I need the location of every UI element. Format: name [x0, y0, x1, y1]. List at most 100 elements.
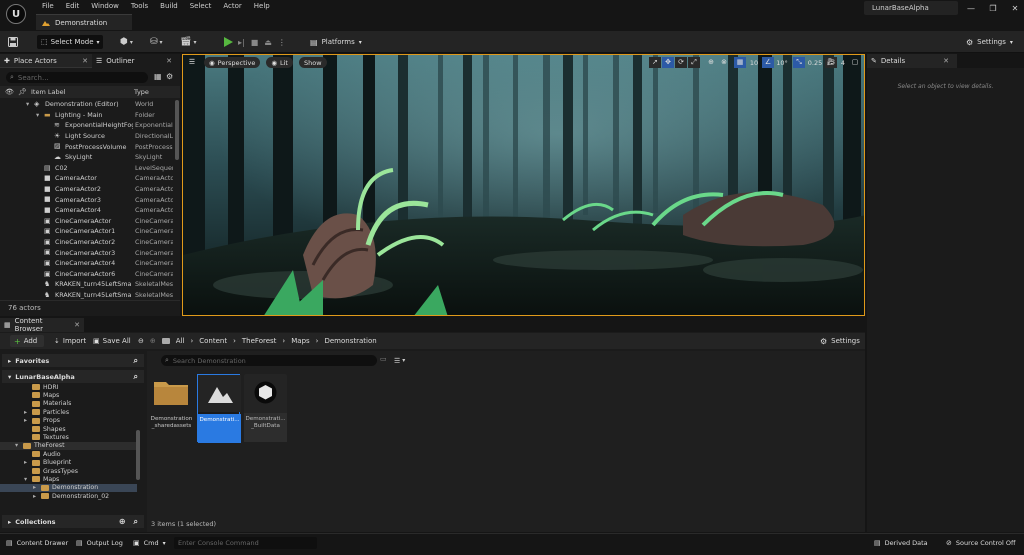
breadcrumb-demonstration[interactable]: Demonstration	[324, 337, 376, 345]
chevron-right-icon[interactable]: ▸	[24, 409, 27, 416]
outliner-row[interactable]: ☀ Light Source DirectionalL	[0, 131, 174, 142]
outliner-row[interactable]: ▾ ▬ Lighting - Main Folder	[0, 110, 174, 121]
asset-tile-folder[interactable]: Demonstration _sharedassets	[150, 374, 193, 442]
column-item-label[interactable]: Item Label	[31, 88, 65, 96]
close-icon[interactable]: ✕	[943, 57, 949, 65]
tab-place-actors[interactable]: ✚ Place Actors ✕	[0, 54, 92, 68]
show-button[interactable]: Show	[298, 57, 327, 68]
folder-tree-item[interactable]: ▸ Demonstration	[0, 483, 137, 493]
folder-tree-item[interactable]: Audio	[0, 450, 137, 458]
rotation-snap-value[interactable]: 10°	[775, 59, 789, 67]
content-drawer-button[interactable]: ▤ Content Drawer	[6, 537, 68, 549]
search-icon[interactable]: ⌕	[134, 517, 138, 527]
menu-build[interactable]: Build	[154, 0, 184, 12]
save-all-button[interactable]: ▣ Save All	[93, 335, 131, 347]
asset-tile-level[interactable]: Demonstrati...	[197, 374, 241, 443]
filter-button[interactable]: ☰ ▾	[394, 355, 405, 366]
column-type[interactable]: Type	[134, 88, 149, 96]
camera-speed-icon[interactable]: 🎥︎	[825, 57, 837, 68]
chevron-down-icon[interactable]: ▾	[24, 476, 27, 483]
search-icon[interactable]: ⌕	[134, 356, 138, 366]
source-control-button[interactable]: ⊘ Source Control Off	[946, 537, 1015, 549]
menu-edit[interactable]: Edit	[60, 0, 86, 12]
chevron-right-icon[interactable]: ▸	[33, 484, 36, 491]
world-space-icon[interactable]: ⊕	[705, 57, 717, 68]
document-tab[interactable]: Demonstration	[36, 14, 132, 30]
maximize-icon[interactable]: ❐	[982, 4, 1004, 13]
level-viewport[interactable]	[182, 54, 865, 316]
outliner-row[interactable]: ▣ CineCameraActor4 CineCamera	[0, 258, 174, 269]
add-button[interactable]: + Add	[10, 335, 44, 347]
folder-tree-item[interactable]: Maps	[0, 391, 137, 399]
chevron-right-icon[interactable]: ▸	[24, 459, 27, 466]
tab-outliner[interactable]: ☰ Outliner ✕	[92, 54, 180, 68]
outliner-row[interactable]: ▣ CineCameraActor2 CineCamera	[0, 237, 174, 248]
folder-tree-item[interactable]: ▸ Blueprint	[0, 459, 137, 467]
save-icon[interactable]	[6, 35, 20, 49]
lit-button[interactable]: ◉ Lit	[266, 57, 293, 68]
chevron-down-icon[interactable]: ▾	[26, 100, 29, 108]
camera-speed-value[interactable]: 4	[838, 59, 848, 67]
chevron-right-icon[interactable]: ▸	[33, 493, 36, 500]
breadcrumb-content[interactable]: Content	[199, 337, 227, 345]
select-cursor-icon[interactable]: ➚	[649, 57, 661, 68]
add-actor-button[interactable]: ⬢ ▾	[120, 35, 133, 49]
cmd-dropdown[interactable]: ▣ Cmd ▾	[133, 537, 166, 549]
scale-snap-value[interactable]: 0.25	[806, 59, 824, 67]
visibility-eye-icon[interactable]: 👁︎	[5, 88, 14, 96]
folder-tree-item[interactable]: Textures	[0, 433, 137, 441]
menu-help[interactable]: Help	[248, 0, 276, 12]
folder-tree-item[interactable]: Shapes	[0, 425, 137, 433]
history-back-icon[interactable]: ⊖	[138, 337, 144, 345]
menu-file[interactable]: File	[36, 0, 60, 12]
play-icon[interactable]	[222, 35, 234, 49]
console-command-input[interactable]: Enter Console Command	[174, 537, 317, 549]
folder-tree-item[interactable]: ▾ Maps	[0, 475, 137, 483]
asset-tile-builtdata[interactable]: Demonstrati... _BuiltData	[244, 374, 287, 442]
folder-tree-item[interactable]: Materials	[0, 400, 137, 408]
settings-button[interactable]: ⚙ Settings ▾	[966, 35, 1013, 49]
import-button[interactable]: ⇣ Import	[54, 335, 86, 347]
breadcrumb-all[interactable]: All	[176, 337, 185, 345]
outliner-row[interactable]: ■ CameraActor CameraActo	[0, 173, 174, 184]
breadcrumb-theforest[interactable]: TheForest	[242, 337, 277, 345]
tab-details[interactable]: ✎ Details ✕	[867, 54, 957, 68]
search-icon[interactable]: ⌕	[134, 372, 138, 382]
scale-icon[interactable]: ⤢	[688, 57, 700, 68]
rotate-icon[interactable]: ⟳	[675, 57, 687, 68]
folder-tree-item[interactable]: ▸ Props	[0, 417, 137, 425]
folder-tree-item[interactable]: ▸ Particles	[0, 408, 137, 416]
outliner-row[interactable]: ▤ C02 LevelSequen	[0, 163, 174, 174]
chevron-right-icon[interactable]: ▸	[24, 417, 27, 424]
move-icon[interactable]: ✥	[662, 57, 674, 68]
collections-header[interactable]: ▸ Collections ⊕ ⌕	[2, 515, 144, 528]
add-collection-icon[interactable]: ⊕	[119, 517, 126, 526]
outliner-row[interactable]: ▣ CineCameraActor CineCamera	[0, 216, 174, 227]
close-icon[interactable]: ✕	[82, 57, 88, 65]
outliner-search-input[interactable]: ⌕ Search...	[6, 72, 148, 83]
outliner-row[interactable]: ▨ PostProcessVolume PostProcess	[0, 141, 174, 152]
tab-content-browser[interactable]: ▦ Content Browser ✕	[0, 317, 84, 333]
unreal-logo-icon[interactable]: U	[6, 4, 26, 24]
derived-data-button[interactable]: ▤ Derived Data	[874, 537, 928, 549]
blueprint-button[interactable]: ⛁ ▾	[150, 35, 163, 49]
outliner-row[interactable]: ♞ KRAKEN_turn45LeftSma SkeletalMes	[0, 279, 174, 290]
chevron-down-icon[interactable]: ▾	[36, 111, 39, 119]
perspective-button[interactable]: ◉ Perspective	[204, 57, 261, 68]
menu-tools[interactable]: Tools	[125, 0, 154, 12]
cinematics-button[interactable]: 🎬︎ ▾	[180, 35, 196, 49]
minimize-icon[interactable]: —	[960, 4, 982, 13]
rotation-snap-icon[interactable]: ∠	[762, 57, 774, 68]
outliner-row[interactable]: ≋ ExponentialHeightFogExponentialH	[0, 120, 174, 131]
content-browser-settings-button[interactable]: ⚙ Settings	[820, 335, 860, 347]
folder-tree-item[interactable]: ▸ Demonstration_02	[0, 492, 137, 500]
outliner-row[interactable]: ▣ CineCameraActor3 CineCamera	[0, 247, 174, 258]
outliner-row[interactable]: ■ CameraActor4 CameraActo	[0, 205, 174, 216]
hamburger-menu-icon[interactable]: ☰	[186, 57, 198, 68]
grid-snap-value[interactable]: 10	[747, 59, 761, 67]
asset-search-input[interactable]: ⌕ Search Demonstration	[161, 355, 377, 366]
close-icon[interactable]: ✕	[166, 57, 172, 65]
outliner-row[interactable]: ▾ ◈ Demonstration (Editor) World	[0, 99, 174, 110]
folder-tree-item[interactable]: ▾ TheForest	[0, 441, 137, 451]
surface-snap-icon[interactable]: ⊗	[718, 57, 730, 68]
